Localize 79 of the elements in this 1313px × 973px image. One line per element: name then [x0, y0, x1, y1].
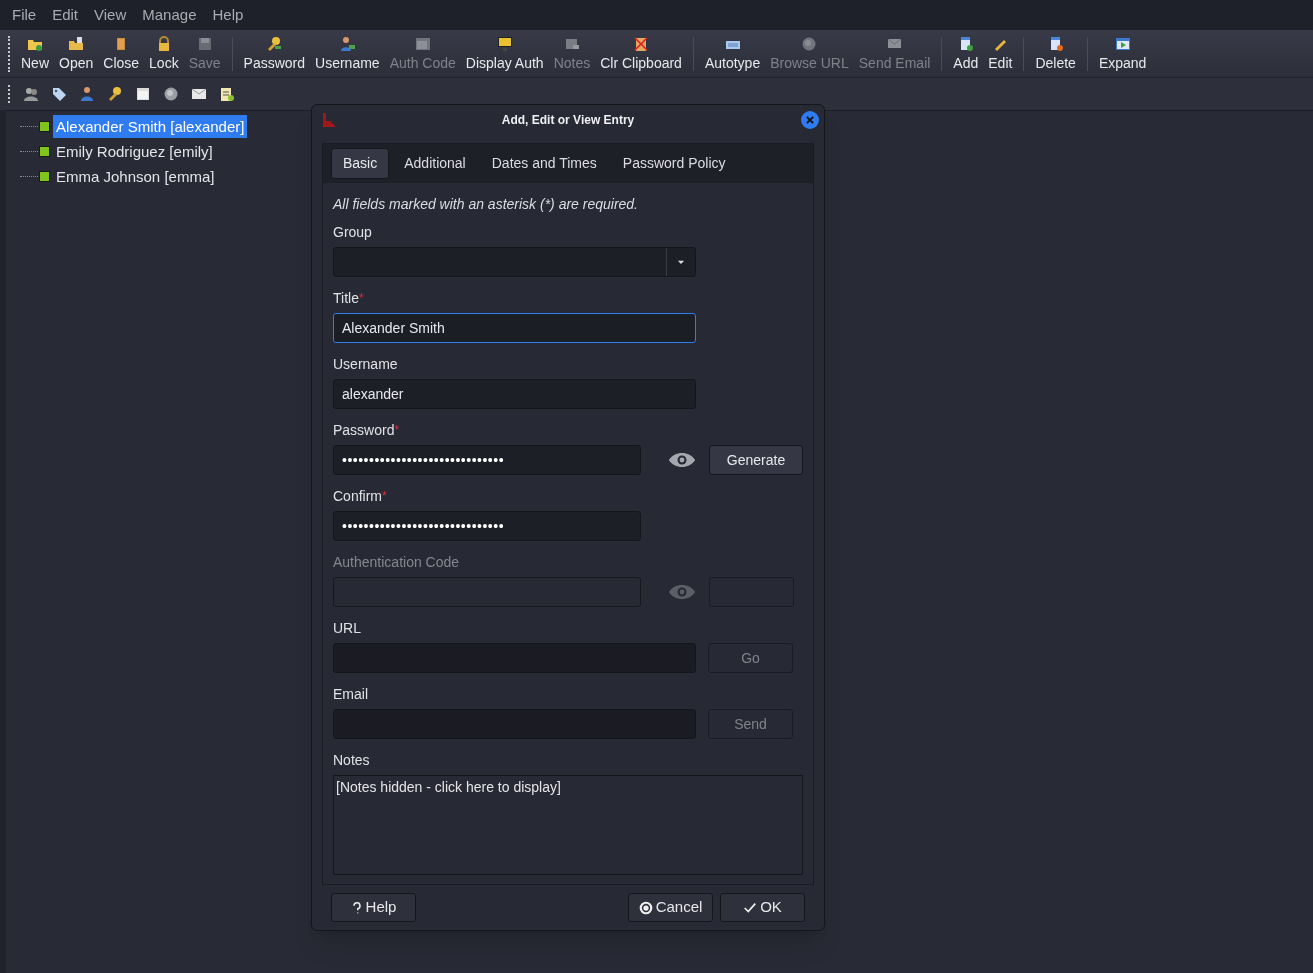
folder-icon — [68, 35, 85, 52]
tag-icon[interactable] — [51, 86, 67, 102]
menu-item[interactable]: Edit — [44, 3, 87, 27]
globe-icon[interactable] — [163, 86, 179, 102]
toolbar-button[interactable]: Display Auth — [460, 30, 549, 77]
key-icon[interactable] — [107, 86, 123, 102]
required-marker: * — [382, 488, 387, 505]
field-label: Username — [333, 354, 398, 374]
input-field[interactable]: Alexander Smith — [333, 313, 696, 343]
toolbar-button[interactable]: Edit — [983, 30, 1018, 77]
clipboard-icon[interactable] — [219, 86, 235, 102]
menu-item[interactable]: Help — [204, 3, 252, 27]
field-label: Notes — [333, 750, 370, 770]
field-label: Email — [333, 684, 368, 704]
check-icon — [743, 900, 758, 915]
field-label: Title — [333, 288, 359, 308]
toolbar-button[interactable]: Username — [310, 30, 385, 77]
person-icon — [339, 35, 356, 52]
tree-connector — [20, 126, 38, 127]
window-icon — [414, 35, 431, 52]
close-button[interactable] — [801, 111, 819, 129]
tree-item[interactable]: Emily Rodriguez [emily] — [53, 140, 216, 163]
toolbar-button[interactable]: Autotype — [699, 30, 766, 77]
ok-button[interactable]: OK — [720, 893, 805, 922]
menu-item[interactable]: File — [4, 3, 45, 27]
action-button[interactable]: Send — [708, 709, 793, 739]
field-label: Confirm — [333, 486, 382, 506]
toolbar-button[interactable]: Clr Clipboard — [595, 30, 687, 77]
toolbar-handle[interactable] — [8, 35, 10, 72]
tree-item[interactable]: Emma Johnson [emma] — [53, 165, 218, 188]
input-field[interactable] — [333, 709, 696, 739]
tab[interactable]: Dates and Times — [480, 148, 608, 179]
tab[interactable]: Basic — [331, 148, 390, 179]
toolbar-button[interactable]: Close — [98, 30, 145, 77]
window-icon — [1114, 35, 1131, 52]
monitor-icon — [496, 35, 513, 52]
password-field[interactable]: •••••••••••••••••••••••••••••• — [333, 511, 641, 541]
field-label: Password — [333, 420, 395, 440]
menu-item[interactable]: View — [86, 3, 135, 27]
toolbar-button[interactable]: Password — [238, 30, 311, 77]
toolbar-button[interactable]: Expand — [1093, 30, 1152, 77]
required-marker: * — [358, 290, 364, 307]
person-icon[interactable] — [79, 86, 95, 102]
key-icon — [266, 35, 283, 52]
tree-connector — [20, 151, 38, 152]
clipboard-icon — [633, 35, 650, 52]
floppy-icon — [196, 35, 213, 52]
close-icon — [805, 115, 815, 125]
toolbar-button[interactable]: Add — [948, 30, 984, 77]
notes-area[interactable]: [Notes hidden - click here to display] — [333, 775, 803, 875]
field-label: Authentication Code — [333, 552, 460, 572]
envelope-icon[interactable] — [191, 86, 207, 102]
cancel-button[interactable]: Cancel — [628, 893, 713, 922]
field-label: Group — [333, 222, 372, 242]
toolbar-button[interactable]: New — [16, 30, 54, 77]
toolbar-button[interactable]: Delete — [1030, 30, 1081, 77]
tree-connector — [20, 176, 38, 177]
input-field[interactable] — [333, 643, 696, 673]
required-marker: * — [394, 422, 400, 439]
cancel-icon — [638, 900, 653, 915]
action-button[interactable]: Go — [708, 643, 793, 673]
app-logo-icon — [321, 112, 337, 128]
help-button[interactable]: Help — [331, 893, 416, 922]
toolbar-handle[interactable] — [8, 85, 10, 103]
tab[interactable]: Password Policy — [611, 148, 737, 179]
input-field[interactable]: alexander — [333, 379, 696, 409]
globe-icon — [801, 35, 818, 52]
people-icon[interactable] — [23, 86, 39, 102]
toolbar-button[interactable]: Open — [54, 30, 99, 77]
password-field[interactable]: •••••••••••••••••••••••••••••• — [333, 445, 641, 475]
generate-button[interactable]: Generate — [709, 445, 803, 475]
toolbar-button[interactable]: Lock — [144, 30, 184, 77]
tree-item[interactable]: Alexander Smith [alexander] — [53, 115, 248, 138]
window-icon[interactable] — [135, 86, 151, 102]
dialog-title: Add, Edit or View Entry — [501, 112, 635, 129]
tab[interactable]: Additional — [393, 148, 477, 179]
required-note: All fields marked with an asterisk (*) are required. — [333, 195, 639, 214]
menu-item[interactable]: Manage — [134, 3, 205, 27]
field-label: URL — [333, 618, 361, 638]
